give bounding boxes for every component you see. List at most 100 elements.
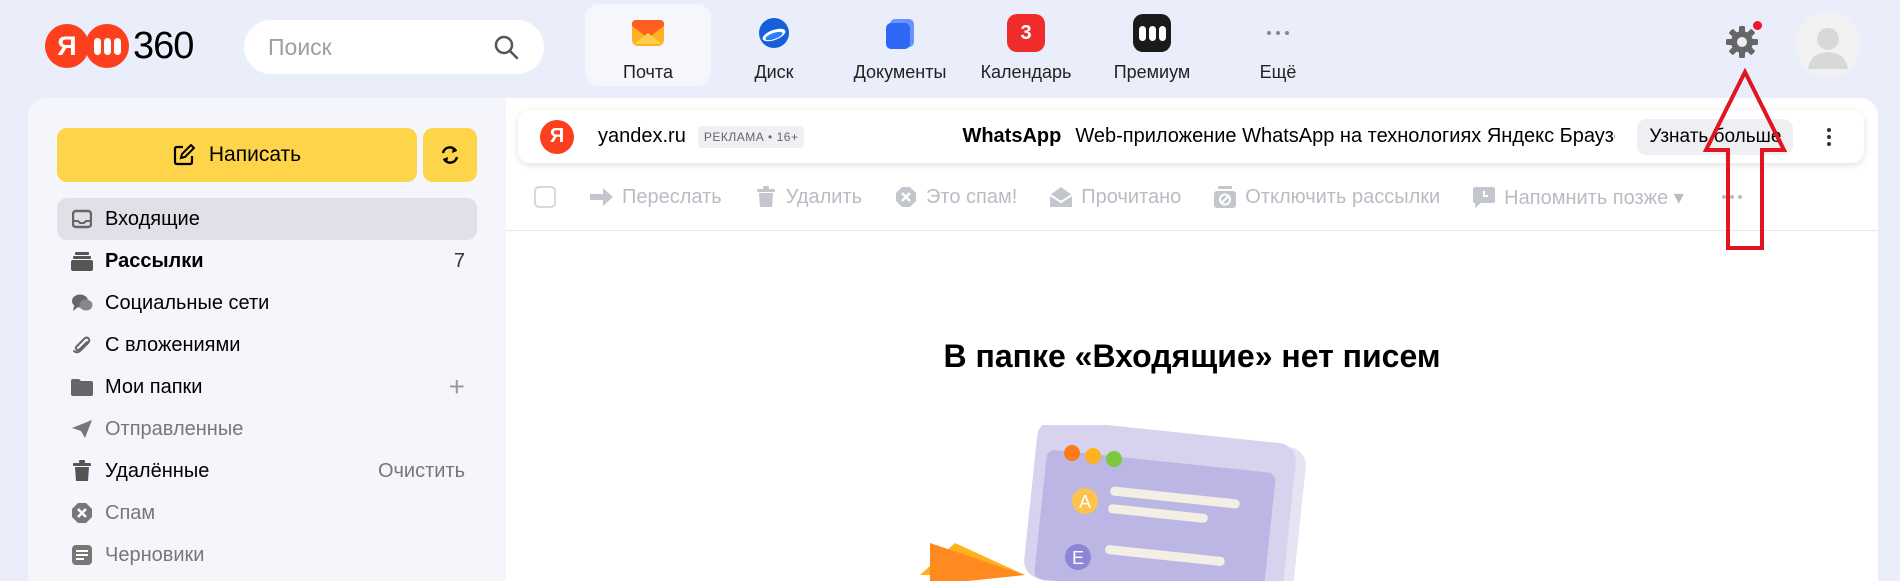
folder-drafts[interactable]: Черновики — [57, 534, 477, 576]
select-all-checkbox[interactable] — [534, 186, 556, 208]
forward-icon — [590, 185, 614, 209]
search-icon[interactable] — [492, 33, 520, 61]
folder-name: Удалённые — [105, 459, 210, 482]
app-label: Календарь — [980, 62, 1072, 82]
mark-read-label: Прочитано — [1081, 185, 1182, 208]
calendar-icon: 3 — [1007, 14, 1045, 52]
trash-icon — [69, 458, 95, 484]
folder-name: Спам — [105, 501, 156, 524]
remind-label: Напомнить позже ▾ — [1504, 186, 1684, 209]
inbox-icon — [69, 206, 95, 232]
open-envelope-icon — [1049, 185, 1073, 209]
calendar-badge: 3 — [1020, 21, 1032, 44]
ad-title: WhatsApp — [962, 125, 1062, 147]
app-label: Премиум — [1113, 62, 1191, 82]
search-box[interactable] — [244, 20, 544, 74]
ad-more-icon[interactable] — [1819, 122, 1839, 152]
compose-label: Написать — [208, 143, 302, 166]
remind-later-button[interactable]: Напомнить позже ▾ — [1472, 185, 1684, 210]
services-bar: Почта Диск Документы 3 Календарь Премиум… — [585, 4, 1341, 86]
folder-social[interactable]: Социальные сети — [57, 282, 477, 324]
folder-newsletters[interactable]: Рассылки 7 — [57, 240, 477, 282]
unread-count: 7 — [453, 249, 465, 272]
message-toolbar: Переслать Удалить Это спам! Прочитано От… — [534, 178, 1742, 216]
folder-my-folders[interactable]: Мои папки + — [57, 366, 477, 408]
app-more[interactable]: Ещё — [1215, 4, 1341, 86]
remind-icon — [1472, 185, 1496, 209]
delete-label: Удалить — [785, 185, 863, 208]
add-folder-button[interactable]: + — [449, 371, 465, 403]
folder-inbox[interactable]: Входящие — [57, 198, 477, 240]
refresh-icon — [441, 146, 459, 164]
delete-button[interactable]: Удалить — [754, 185, 862, 209]
avatar[interactable] — [1796, 13, 1860, 77]
more-icon — [1259, 14, 1297, 52]
app-label: Документы — [853, 62, 947, 82]
logo-text: 360 — [133, 24, 194, 67]
ad-label: РЕКЛАМА • 16+ — [697, 125, 805, 148]
notification-dot — [1751, 19, 1764, 32]
annotation-arrow — [1702, 68, 1788, 250]
user-icon — [1796, 13, 1860, 77]
yandex-360-logo[interactable]: Я 360 — [45, 24, 194, 68]
mark-read-button[interactable]: Прочитано — [1049, 185, 1181, 209]
attachment-icon — [69, 332, 95, 358]
empty-mailbox-illustration: A E — [920, 425, 1306, 581]
app-calendar[interactable]: 3 Календарь — [963, 4, 1089, 86]
trash-icon — [754, 185, 778, 209]
spam-label: Это спам! — [926, 185, 1018, 208]
folder-name: Мои папки — [105, 375, 203, 398]
sidebar: Написать Входящие Рассылки 7 Социальные … — [28, 98, 506, 581]
folder-trash[interactable]: Удалённые Очистить — [57, 450, 477, 492]
unsubscribe-label: Отключить рассылки — [1245, 185, 1441, 208]
folder-name: Социальные сети — [105, 291, 270, 314]
folder-name: Черновики — [105, 543, 205, 566]
app-label: Ещё — [1259, 62, 1297, 82]
edit-icon — [173, 144, 195, 166]
app-label: Почта — [623, 62, 673, 82]
folder-spam[interactable]: Спам — [57, 492, 477, 534]
spam-button[interactable]: Это спам! — [894, 185, 1017, 209]
folder-name: Отправленные — [105, 417, 244, 440]
empty-trash-button[interactable]: Очистить — [378, 460, 465, 483]
empty-inbox-message: В папке «Входящие» нет писем — [943, 338, 1441, 374]
spam-icon — [894, 185, 918, 209]
app-mail[interactable]: Почта — [585, 4, 711, 86]
spam-icon — [69, 500, 95, 526]
folder-attachments[interactable]: С вложениями — [57, 324, 477, 366]
yandex-logo-icon: Я — [45, 24, 89, 68]
folder-list: Входящие Рассылки 7 Социальные сети С вл… — [57, 198, 477, 576]
premium-icon — [1133, 14, 1171, 52]
unsubscribe-icon — [1213, 185, 1237, 209]
folder-icon — [69, 374, 95, 400]
drafts-icon — [69, 542, 95, 568]
folder-name: Входящие — [105, 207, 200, 230]
yandex-ad-icon: Я — [540, 119, 574, 154]
folder-sent[interactable]: Отправленные — [57, 408, 477, 450]
social-icon — [69, 290, 95, 316]
unsubscribe-button[interactable]: Отключить рассылки — [1213, 185, 1440, 209]
mail-icon — [629, 14, 667, 52]
app-premium[interactable]: Премиум — [1089, 4, 1215, 86]
toolbar-divider — [506, 230, 1878, 231]
sent-icon — [69, 416, 95, 442]
folder-name: С вложениями — [105, 333, 241, 356]
illustration-letter-e: E — [1072, 548, 1084, 568]
folder-name: Рассылки — [105, 249, 204, 272]
disk-icon — [755, 14, 793, 52]
360-logo-icon — [85, 24, 129, 68]
search-input[interactable] — [268, 33, 468, 61]
app-label: Диск — [754, 62, 794, 82]
refresh-button[interactable] — [423, 128, 477, 182]
compose-button[interactable]: Написать — [57, 128, 417, 182]
newsletters-icon — [69, 248, 95, 274]
app-documents[interactable]: Документы — [837, 4, 963, 86]
forward-button[interactable]: Переслать — [590, 185, 722, 209]
forward-label: Переслать — [622, 185, 722, 208]
documents-icon — [881, 14, 919, 52]
ad-domain: yandex.ru — [598, 125, 686, 147]
illustration-letter-a: A — [1079, 492, 1091, 512]
app-disk[interactable]: Диск — [711, 4, 837, 86]
ad-text: Web-приложение WhatsApp на технологиях Я… — [1075, 125, 1616, 147]
ad-banner[interactable]: Я yandex.ru РЕКЛАМА • 16+ WhatsApp Web-п… — [518, 110, 1864, 163]
